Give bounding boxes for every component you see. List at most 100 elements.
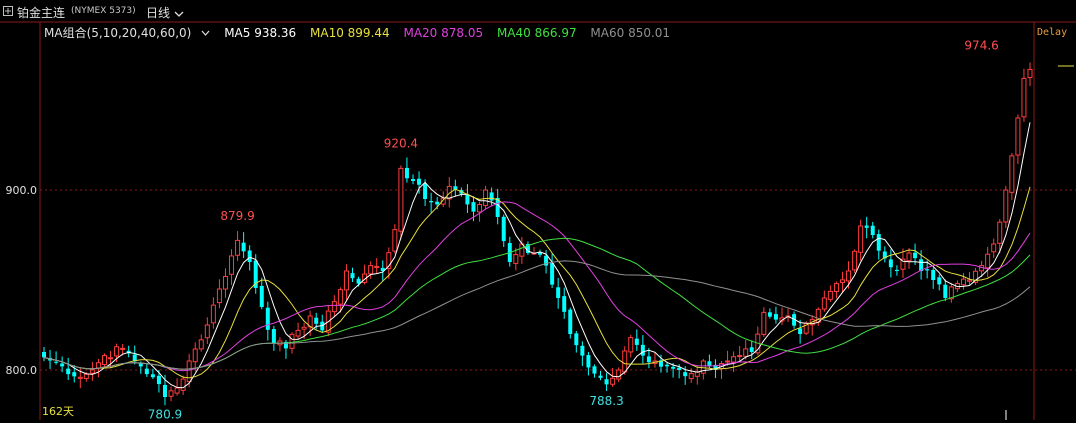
y-tick-label: 800.0 [6,364,38,377]
candle-body [337,289,343,305]
candle-body [960,278,966,286]
price-annotation: 920.4 [384,136,418,150]
candle-body [174,387,180,394]
candle-body [271,329,276,343]
candle-body [997,221,1003,244]
candle-body [634,338,639,345]
candle-body [429,200,434,203]
candle-body [216,288,222,304]
candle-body [821,297,827,310]
candle-body [392,229,398,252]
candle-body [72,372,77,377]
candle-body [410,179,415,181]
candle-body [168,390,174,397]
candle-body [798,328,803,334]
candle-body [677,367,682,370]
candle-body [610,377,616,385]
price-annotation: 974.6 [964,39,998,53]
candle-body [622,350,628,373]
candle-body [688,373,694,380]
candle-body [471,202,476,212]
candle-body [827,290,833,300]
candle-body [646,356,651,363]
candle-body [83,373,89,379]
candle-body [198,339,204,350]
ma-line-ma10 [43,186,1031,379]
candle-body [162,384,167,397]
candle-body [858,225,864,253]
candle-body [247,250,252,262]
candle-body [114,346,120,357]
candle-body [737,355,743,358]
candle-body [1021,77,1027,118]
candle-body [229,255,235,275]
candle-body [417,178,422,185]
candle-body [580,345,585,356]
candle-body [568,309,573,334]
candle-body [477,204,483,213]
candle-body [42,352,46,358]
candle-body [77,376,83,379]
candle-body [574,333,579,346]
candle-body [101,355,107,366]
candle-body [852,250,858,271]
candle-body [616,369,622,380]
candle-body [108,357,114,360]
candle-body [60,363,65,367]
candle-body [150,374,155,378]
candle-body [120,347,126,350]
candle-body [435,201,440,205]
candle-body [289,333,295,349]
ma-line-ma40 [43,237,1031,370]
candle-body [235,239,241,256]
y-tick-label: 900.0 [6,184,38,197]
candle-body [1015,117,1021,156]
candle-body [833,283,839,292]
candle-body [343,270,349,291]
ma-line-ma5 [43,122,1031,389]
candle-body [1009,155,1015,193]
candle-body [943,284,948,298]
candle-body [604,379,609,385]
candle-body [586,355,591,368]
candle-body [683,372,688,377]
candle-body [876,234,881,251]
candle-body [180,378,186,391]
candle-body [138,363,143,367]
candle-body [265,307,270,330]
candle-body [356,278,361,284]
candle-body [925,269,930,271]
candle-body [985,253,991,269]
candlestick-chart[interactable]: 800.0 900.0 974.6 920.4 879.9 780.9 788.3 162… [0,0,1076,423]
candle-body [295,329,301,337]
candle-body [66,368,71,375]
candle-body [694,371,700,377]
candle-body [665,364,670,367]
candle-body [144,368,149,375]
candle-body [743,348,749,357]
candle-body [556,287,561,298]
candle-body [671,366,676,369]
candle-body [864,225,869,228]
candle-body [906,252,912,262]
candle-body [513,254,519,264]
price-annotation: 780.9 [148,407,182,421]
candle-body [937,277,942,285]
candle-body [404,167,409,179]
candle-body [731,356,737,363]
candle-body [423,183,428,199]
candle-body [888,259,893,268]
price-annotation: 788.3 [589,394,623,408]
candle-body [628,337,634,353]
candle-body [156,375,161,385]
candle-body [967,279,973,282]
ma-line-ma20 [43,201,1031,372]
candle-body [894,269,899,271]
candle-body [241,242,246,252]
days-count: 162天 [42,405,74,418]
candle-body [222,275,228,290]
candle-body [489,192,494,201]
candle-body [483,189,489,206]
candle-body [991,243,997,253]
candle-body [398,167,404,232]
